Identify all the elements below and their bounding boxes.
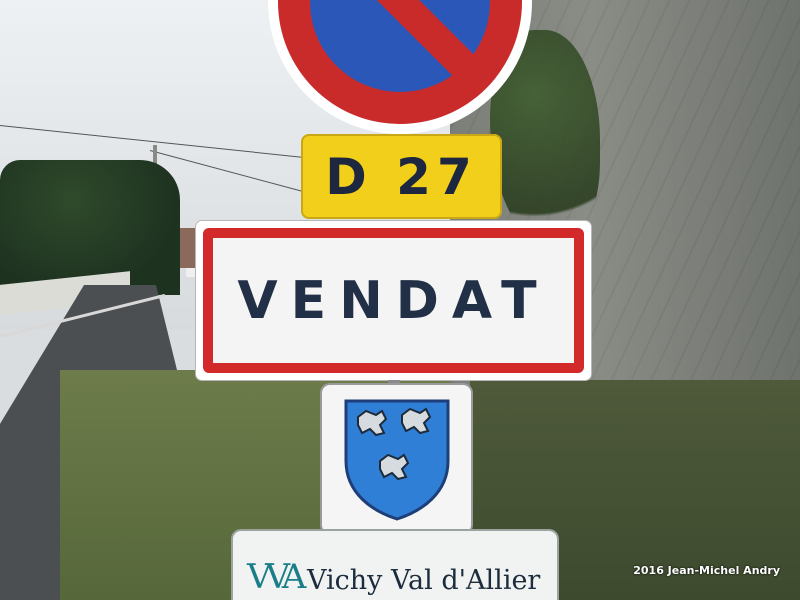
- photo-credit: 2016 Jean-Michel Andry: [633, 564, 780, 577]
- route-number: D 27: [325, 147, 478, 206]
- agglomeration-sign: VVA Vichy Val d'Allier: [233, 531, 557, 600]
- vichy-logo-icon: VVA: [247, 557, 306, 597]
- agglomeration-name: Vichy Val d'Allier: [307, 565, 541, 596]
- town-name: VENDAT: [237, 270, 550, 331]
- lion-shield-icon: [344, 399, 450, 521]
- photo-scene: D 27 VENDAT VVA Vichy Val d'Allier 2016 …: [0, 0, 800, 600]
- route-sign: D 27: [301, 134, 502, 219]
- town-sign-border: VENDAT: [203, 228, 584, 373]
- town-entry-sign: VENDAT: [196, 221, 591, 380]
- coat-of-arms-sign: [322, 385, 471, 533]
